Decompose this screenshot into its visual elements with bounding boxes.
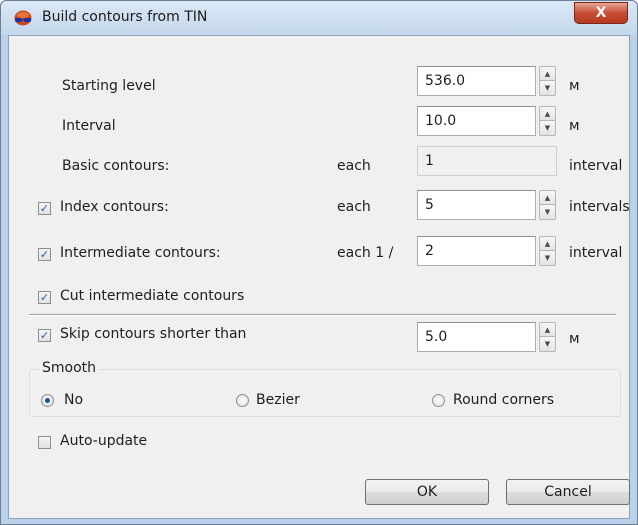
cancel-button[interactable]: Cancel xyxy=(506,479,630,505)
skip-shorter-unit: м xyxy=(569,331,580,347)
spin-up-icon[interactable]: ▲ xyxy=(539,106,556,121)
skip-shorter-checkbox[interactable]: ✓ xyxy=(38,329,51,342)
ok-button[interactable]: OK xyxy=(365,479,489,505)
smooth-group-title: Smooth xyxy=(39,360,100,376)
spin-up-icon[interactable]: ▲ xyxy=(539,236,556,251)
smooth-bezier-label: Bezier xyxy=(256,392,300,408)
title-bar[interactable]: Build contours from TIN X xyxy=(1,1,637,35)
spin-down-icon[interactable]: ▼ xyxy=(539,205,556,220)
auto-update-label: Auto-update xyxy=(60,433,148,449)
auto-update-checkbox[interactable] xyxy=(38,436,51,449)
basic-contours-each-label: each xyxy=(337,158,371,174)
spin-down-icon[interactable]: ▼ xyxy=(539,337,556,352)
spin-up-icon[interactable]: ▲ xyxy=(539,66,556,81)
starting-level-label: Starting level xyxy=(62,78,156,94)
intermediate-contours-spinner[interactable]: ▲ ▼ xyxy=(539,236,556,266)
index-contours-input[interactable]: 5 xyxy=(417,190,536,220)
index-contours-spinner[interactable]: ▲ ▼ xyxy=(539,190,556,220)
spin-up-icon[interactable]: ▲ xyxy=(539,190,556,205)
smooth-no-label: No xyxy=(64,392,84,408)
app-icon xyxy=(14,10,32,26)
smooth-round-corners-radio[interactable] xyxy=(432,394,445,407)
basic-contours-unit: interval xyxy=(569,158,623,174)
window-title: Build contours from TIN xyxy=(42,9,208,25)
starting-level-input[interactable]: 536.0 xyxy=(417,66,536,96)
spin-down-icon[interactable]: ▼ xyxy=(539,81,556,96)
cut-intermediate-label: Cut intermediate contours xyxy=(60,288,245,304)
spin-up-icon[interactable]: ▲ xyxy=(539,322,556,337)
starting-level-spinner[interactable]: ▲ ▼ xyxy=(539,66,556,96)
spin-down-icon[interactable]: ▼ xyxy=(539,121,556,136)
interval-input[interactable]: 10.0 xyxy=(417,106,536,136)
intermediate-contours-unit: interval xyxy=(569,245,623,261)
cut-intermediate-checkbox[interactable]: ✓ xyxy=(38,291,51,304)
smooth-bezier-radio[interactable] xyxy=(236,394,249,407)
index-contours-unit: intervals xyxy=(569,199,630,215)
basic-contours-value: 1 xyxy=(417,146,557,176)
smooth-round-corners-label: Round corners xyxy=(453,392,555,408)
close-button[interactable]: X xyxy=(574,2,628,24)
separator xyxy=(29,314,616,316)
index-contours-checkbox[interactable]: ✓ xyxy=(38,202,51,215)
index-contours-label: Index contours: xyxy=(60,199,169,215)
interval-label: Interval xyxy=(62,118,116,134)
basic-contours-label: Basic contours: xyxy=(62,158,170,174)
intermediate-contours-each-label: each 1 / xyxy=(337,245,394,261)
smooth-no-radio[interactable] xyxy=(41,394,54,407)
intermediate-contours-input[interactable]: 2 xyxy=(417,236,536,266)
skip-shorter-spinner[interactable]: ▲ ▼ xyxy=(539,322,556,352)
skip-shorter-input[interactable]: 5.0 xyxy=(417,322,536,352)
intermediate-contours-checkbox[interactable]: ✓ xyxy=(38,248,51,261)
skip-shorter-label: Skip contours shorter than xyxy=(60,326,247,342)
intermediate-contours-label: Intermediate contours: xyxy=(60,245,221,261)
spin-down-icon[interactable]: ▼ xyxy=(539,251,556,266)
interval-unit: м xyxy=(569,118,580,134)
starting-level-unit: м xyxy=(569,78,580,94)
index-contours-each-label: each xyxy=(337,199,371,215)
interval-spinner[interactable]: ▲ ▼ xyxy=(539,106,556,136)
